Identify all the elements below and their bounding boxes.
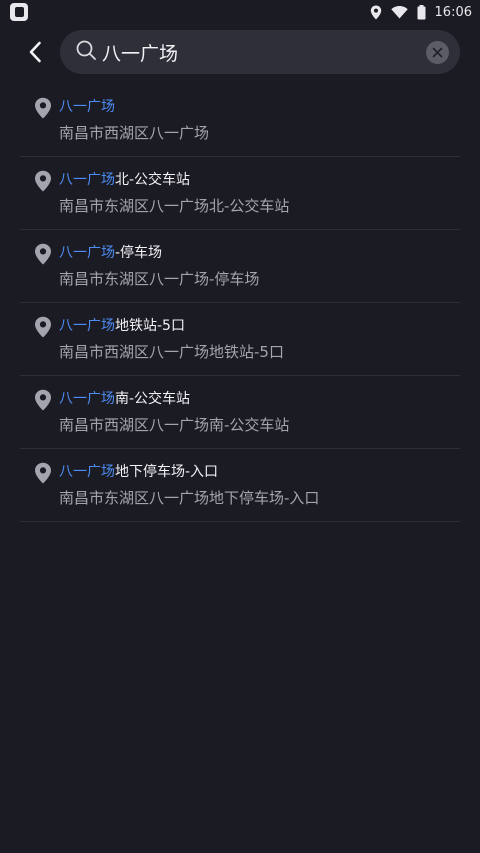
search-screen: 16:06 八一广场 八一广场 南昌市西湖区八一广场 八一广场北-公交车站 南昌… (0, 0, 480, 853)
clear-icon (432, 47, 443, 58)
result-address: 南昌市西湖区八一广场地铁站-5口 (59, 343, 284, 361)
result-title: 八一广场-停车场 (59, 242, 162, 262)
search-result-item[interactable]: 八一广场地铁站-5口 南昌市西湖区八一广场地铁站-5口 (20, 303, 460, 376)
result-address: 南昌市西湖区八一广场南-公交车站 (59, 416, 290, 434)
result-title-highlight: 八一广场 (59, 464, 115, 480)
wifi-icon (390, 6, 408, 19)
result-title: 八一广场 (59, 96, 115, 116)
battery-icon (417, 4, 426, 19)
search-box[interactable] (60, 30, 460, 74)
result-address: 南昌市东湖区八一广场地下停车场-入口 (59, 489, 320, 507)
search-results-list: 八一广场 南昌市西湖区八一广场 八一广场北-公交车站 南昌市东湖区八一广场北-公… (0, 84, 480, 522)
back-button[interactable] (20, 36, 50, 68)
back-arrow-icon (29, 41, 41, 63)
result-title: 八一广场地下停车场-入口 (59, 461, 218, 481)
result-title-rest: 北-公交车站 (115, 172, 191, 188)
status-time: 16:06 (434, 4, 472, 20)
status-icons: 16:06 (370, 4, 472, 20)
location-pin-icon (35, 389, 51, 411)
result-title-highlight: 八一广场 (59, 172, 115, 188)
location-pin-icon (35, 462, 51, 484)
result-title-highlight: 八一广场 (59, 245, 115, 261)
search-icon (76, 40, 96, 60)
result-title: 八一广场南-公交车站 (59, 388, 190, 408)
result-title-highlight: 八一广场 (59, 391, 115, 407)
location-pin-icon (35, 170, 51, 192)
search-result-item[interactable]: 八一广场地下停车场-入口 南昌市东湖区八一广场地下停车场-入口 (20, 449, 460, 522)
location-pin-icon (35, 97, 51, 119)
result-title-rest: -停车场 (115, 245, 163, 261)
search-result-item[interactable]: 八一广场-停车场 南昌市东湖区八一广场-停车场 (20, 230, 460, 303)
result-address: 南昌市东湖区八一广场-停车场 (59, 270, 260, 288)
clear-button[interactable] (426, 41, 449, 64)
result-title: 八一广场北-公交车站 (59, 169, 190, 189)
result-address: 南昌市西湖区八一广场 (59, 124, 210, 142)
search-input[interactable] (102, 36, 412, 68)
result-title-rest: 地铁站-5口 (115, 318, 185, 334)
result-title-rest: 地下停车场-入口 (115, 464, 219, 480)
result-title: 八一广场地铁站-5口 (59, 315, 185, 335)
search-header (0, 30, 480, 74)
status-bar: 16:06 (0, 0, 480, 24)
location-pin-icon (35, 316, 51, 338)
location-icon (370, 5, 381, 19)
location-pin-icon (35, 243, 51, 265)
search-result-item[interactable]: 八一广场 南昌市西湖区八一广场 (20, 84, 460, 157)
search-result-item[interactable]: 八一广场北-公交车站 南昌市东湖区八一广场北-公交车站 (20, 157, 460, 230)
app-badge-icon (10, 3, 28, 21)
search-result-item[interactable]: 八一广场南-公交车站 南昌市西湖区八一广场南-公交车站 (20, 376, 460, 449)
result-address: 南昌市东湖区八一广场北-公交车站 (59, 197, 290, 215)
result-title-highlight: 八一广场 (59, 318, 115, 334)
result-title-highlight: 八一广场 (59, 99, 115, 115)
result-title-rest: 南-公交车站 (115, 391, 191, 407)
